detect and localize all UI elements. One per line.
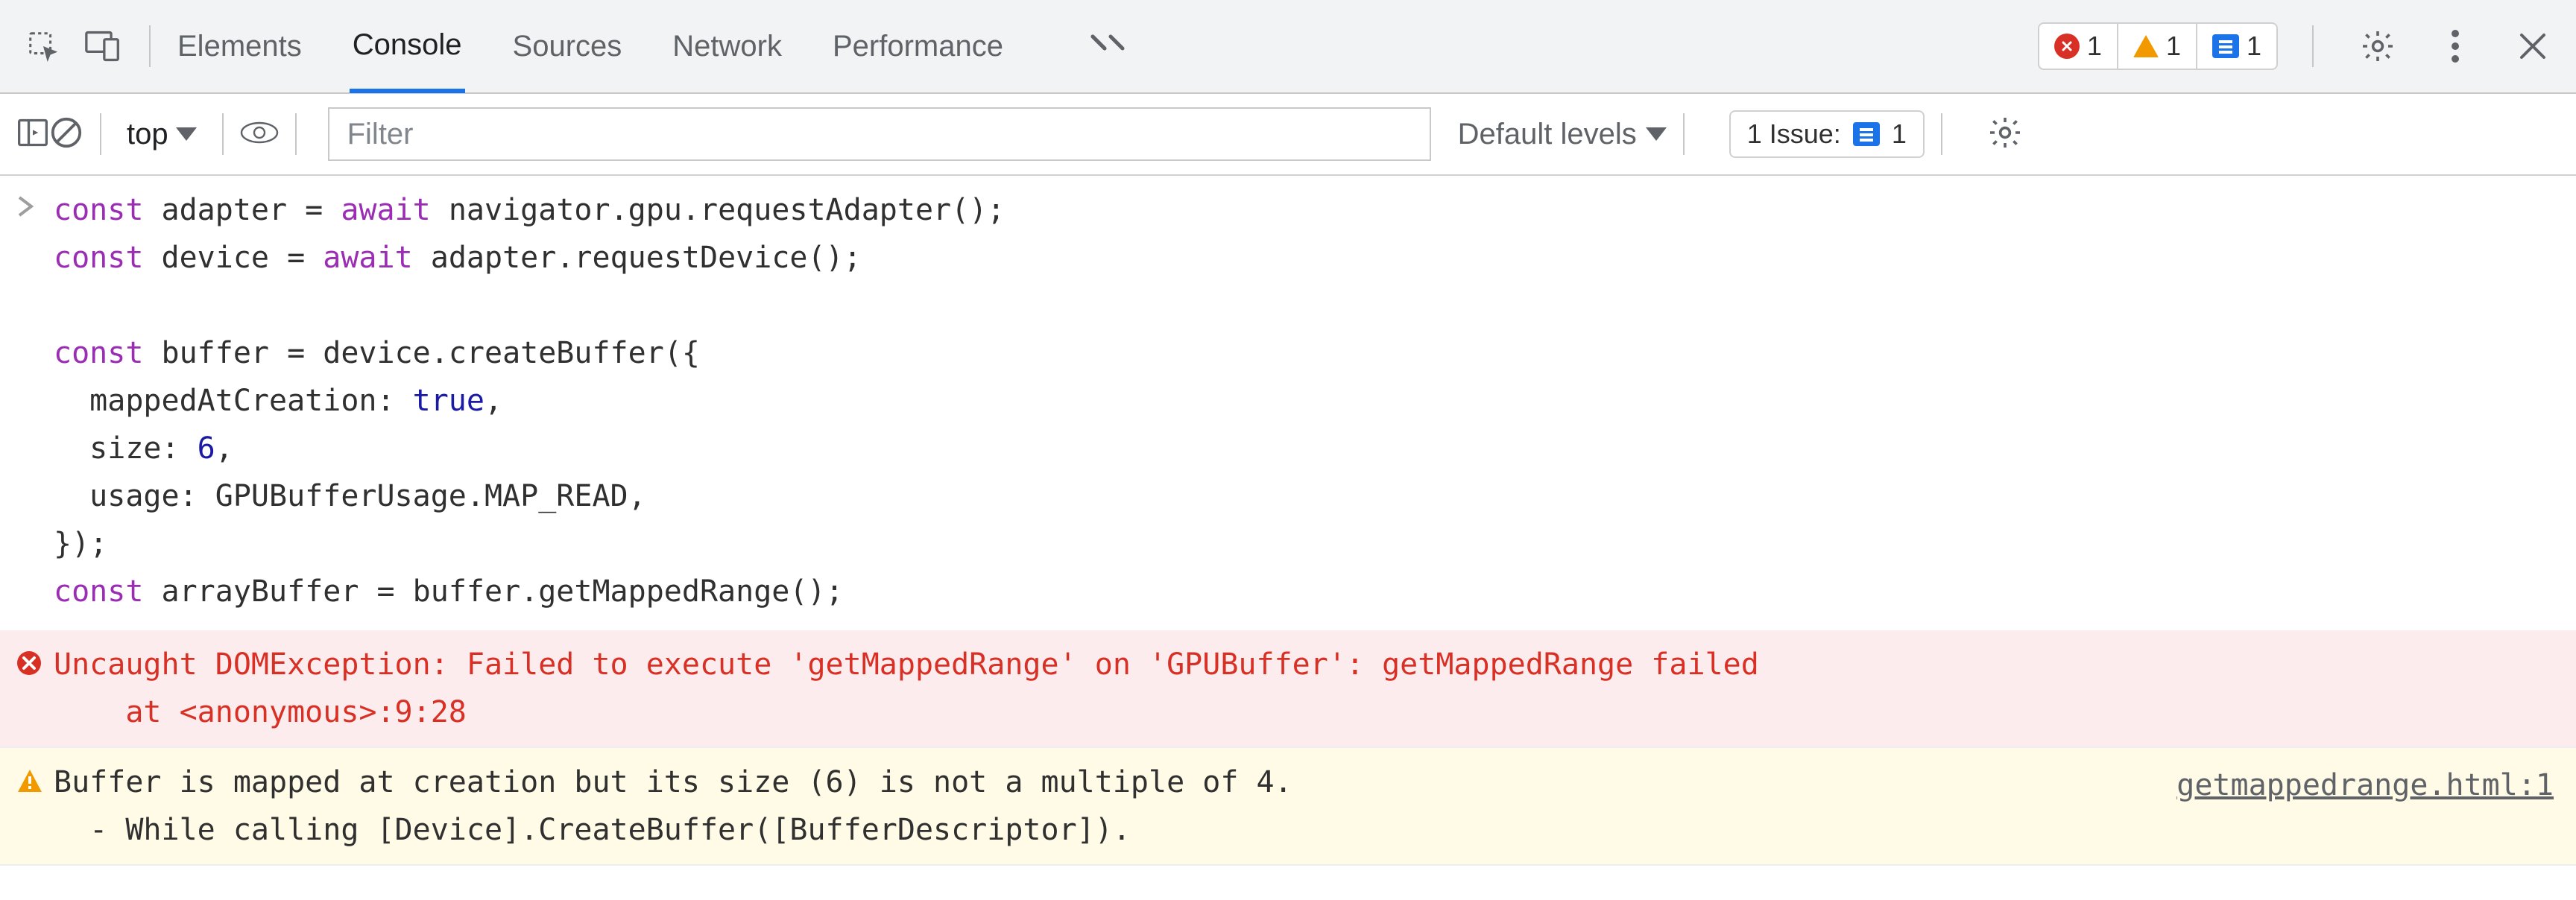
warnings-count: 1 xyxy=(2166,31,2181,62)
warnings-badge[interactable]: 1 xyxy=(2117,24,2196,69)
console-warning-entry: Buffer is mapped at creation but its siz… xyxy=(0,748,2576,866)
console-toolbar: top Default levels 1 Issue: 1 xyxy=(0,94,2576,176)
console-settings-icon[interactable] xyxy=(1987,115,2023,154)
devtools-tabbar: Elements Console Sources Network Perform… xyxy=(0,0,2576,94)
info-count: 1 xyxy=(2247,31,2261,62)
info-icon xyxy=(1853,122,1880,146)
log-levels-selector[interactable]: Default levels xyxy=(1458,118,1667,151)
warning-text[interactable]: Buffer is mapped at creation but its siz… xyxy=(54,758,2176,854)
kebab-menu-icon[interactable] xyxy=(2425,16,2485,76)
errors-count: 1 xyxy=(2087,31,2102,62)
issues-button[interactable]: 1 Issue: 1 xyxy=(1729,110,1925,158)
warning-icon xyxy=(2133,35,2159,57)
prompt-icon xyxy=(16,186,54,615)
chevron-down-icon xyxy=(176,127,197,141)
errors-badge[interactable]: 1 xyxy=(2039,24,2117,69)
filter-input[interactable] xyxy=(328,107,1431,161)
live-expression-icon[interactable] xyxy=(240,119,279,150)
panel-tabs: Elements Console Sources Network Perform… xyxy=(167,0,1127,92)
divider xyxy=(149,25,151,67)
error-icon xyxy=(16,641,54,736)
device-toolbar-icon[interactable] xyxy=(73,16,133,76)
sidebar-toggle-icon[interactable] xyxy=(16,116,49,153)
info-icon xyxy=(2212,34,2239,58)
error-icon xyxy=(2054,34,2080,59)
inspect-element-icon[interactable] xyxy=(13,16,73,76)
console-input-entry: const adapter = await navigator.gpu.requ… xyxy=(0,176,2576,630)
clear-console-icon[interactable] xyxy=(49,115,83,153)
input-code[interactable]: const adapter = await navigator.gpu.requ… xyxy=(54,186,2554,615)
warning-source-link[interactable]: getmappedrange.html:1 xyxy=(2176,758,2554,854)
tab-elements[interactable]: Elements xyxy=(174,0,305,92)
levels-label: Default levels xyxy=(1458,118,1637,151)
divider xyxy=(100,113,101,155)
tab-sources[interactable]: Sources xyxy=(510,0,625,92)
info-badge[interactable]: 1 xyxy=(2196,24,2276,69)
tab-console[interactable]: Console xyxy=(350,1,465,93)
divider xyxy=(1683,113,1685,155)
issues-label: 1 Issue: xyxy=(1747,118,1841,150)
error-text[interactable]: Uncaught DOMException: Failed to execute… xyxy=(54,641,2554,736)
tabbar-right: 1 1 1 xyxy=(2038,16,2563,76)
context-selector[interactable]: top xyxy=(118,118,206,151)
console-error-entry: Uncaught DOMException: Failed to execute… xyxy=(0,630,2576,748)
warning-icon xyxy=(16,758,54,854)
divider xyxy=(295,113,297,155)
tab-performance[interactable]: Performance xyxy=(830,0,1006,92)
more-tabs-icon[interactable] xyxy=(1088,30,1127,63)
settings-icon[interactable] xyxy=(2348,16,2408,76)
issues-count: 1 xyxy=(1892,118,1907,150)
context-label: top xyxy=(127,118,168,151)
chevron-down-icon xyxy=(1646,127,1667,141)
tab-network[interactable]: Network xyxy=(669,0,785,92)
close-icon[interactable] xyxy=(2503,16,2563,76)
divider xyxy=(2312,25,2314,67)
divider xyxy=(222,113,224,155)
message-count-badges[interactable]: 1 1 1 xyxy=(2038,22,2278,70)
divider xyxy=(1941,113,1942,155)
console-output: const adapter = await navigator.gpu.requ… xyxy=(0,176,2576,900)
